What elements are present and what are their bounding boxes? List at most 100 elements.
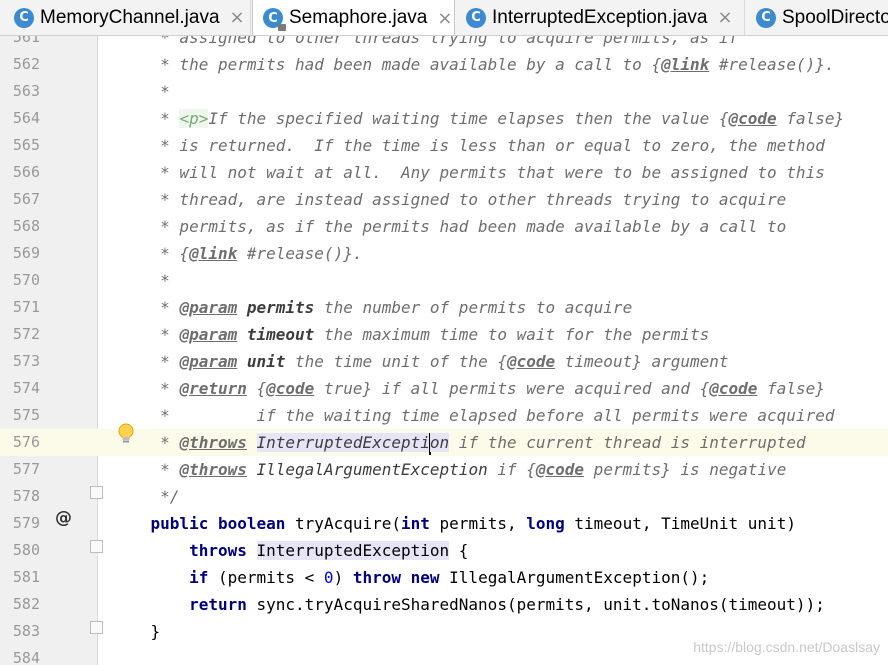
- editor-tab[interactable]: C Semaphore.java ×: [252, 0, 455, 35]
- code-editor[interactable]: 561 * assigned to other threads trying t…: [0, 36, 888, 665]
- code-line[interactable]: 581 if (permits < 0) throw new IllegalAr…: [0, 564, 888, 591]
- code-text: * <p>If the specified waiting time elaps…: [112, 105, 844, 132]
- code-line[interactable]: 577 * @throws IllegalArgumentException i…: [0, 456, 888, 483]
- line-number: 566: [12, 163, 40, 181]
- code-token: @code: [506, 352, 556, 371]
- close-tab-icon[interactable]: ×: [717, 7, 732, 28]
- code-line[interactable]: 570 *: [0, 267, 888, 294]
- fold-marker-icon[interactable]: [90, 540, 103, 553]
- code-line[interactable]: 579 public boolean tryAcquire(int permit…: [0, 510, 888, 537]
- code-token: * if the waiting time elapsed before all…: [112, 406, 835, 425]
- code-line[interactable]: 568 * permits, as if the permits had bee…: [0, 213, 888, 240]
- read-only-lock-icon: [278, 24, 286, 31]
- code-token: timeout, TimeUnit unit): [564, 514, 796, 533]
- code-token: * assigned to other threads trying to ac…: [112, 36, 739, 47]
- editor-tab-bar: C MemoryChannel.java × C Semaphore.java × C Int…: [0, 0, 888, 36]
- code-text: * @return {@code true} if all permits we…: [112, 375, 825, 402]
- code-line[interactable]: 573 * @param unit the time unit of the {…: [0, 348, 888, 375]
- code-text: * thread, are instead assigned to other …: [112, 186, 786, 213]
- line-number: 569: [12, 244, 40, 262]
- code-token: false}: [776, 109, 845, 128]
- code-line[interactable]: 582 return sync.tryAcquireSharedNanos(pe…: [0, 591, 888, 618]
- code-line[interactable]: 574 * @return {@code true} if all permit…: [0, 375, 888, 402]
- close-tab-icon[interactable]: ×: [437, 8, 452, 29]
- code-line[interactable]: 580 throws InterruptedException {: [0, 537, 888, 564]
- fold-marker-icon[interactable]: [90, 621, 103, 634]
- code-token: *: [112, 460, 180, 479]
- line-number: 577: [12, 460, 40, 478]
- code-line[interactable]: 562 * the permits had been made availabl…: [0, 51, 888, 78]
- code-text: if (permits < 0) throw new IllegalArgume…: [112, 564, 709, 591]
- line-number: 575: [12, 406, 40, 424]
- line-number: 576: [12, 433, 40, 451]
- code-token: boolean: [217, 514, 286, 533]
- line-number: 578: [12, 487, 40, 505]
- code-line[interactable]: 578 */: [0, 483, 888, 510]
- line-number: 570: [12, 271, 40, 289]
- editor-tab[interactable]: C SpoolDirecto: [746, 0, 888, 35]
- code-line[interactable]: 572 * @param timeout the maximum time to…: [0, 321, 888, 348]
- close-tab-icon[interactable]: ×: [230, 7, 245, 28]
- fold-marker-icon[interactable]: [90, 486, 103, 499]
- line-number: 582: [12, 595, 40, 613]
- editor-tab[interactable]: C InterruptedException.java ×: [456, 0, 745, 35]
- line-number: 579: [12, 514, 40, 532]
- code-token: @param: [179, 325, 238, 344]
- code-token: *: [112, 298, 180, 317]
- code-token: @return: [179, 379, 247, 398]
- code-line[interactable]: 565 * is returned. If the time is less t…: [0, 132, 888, 159]
- code-text: * is returned. If the time is less than …: [112, 132, 825, 159]
- code-text: throws InterruptedException {: [112, 537, 468, 564]
- code-line[interactable]: 569 * {@link #release()}.: [0, 240, 888, 267]
- code-token: If the specified waiting time elapses th…: [208, 109, 729, 128]
- code-token: long: [526, 514, 565, 533]
- code-line[interactable]: 563 *: [0, 78, 888, 105]
- override-marker-icon[interactable]: @: [55, 508, 72, 528]
- code-token: {: [246, 379, 267, 398]
- code-text: * @param unit the time unit of the {@cod…: [112, 348, 729, 375]
- code-line[interactable]: 567 * thread, are instead assigned to ot…: [0, 186, 888, 213]
- editor-tab[interactable]: C MemoryChannel.java ×: [4, 0, 251, 35]
- code-token: IllegalArgumentException();: [439, 568, 710, 587]
- code-token: if {: [487, 460, 536, 479]
- code-token: if the current thread is interrupted: [449, 433, 806, 452]
- code-token: int: [401, 514, 430, 533]
- code-token: *: [112, 109, 180, 128]
- code-token: * thread, are instead assigned to other …: [112, 190, 787, 209]
- code-text: * assigned to other threads trying to ac…: [112, 36, 738, 51]
- code-token: InterruptedExcepti: [256, 433, 430, 452]
- code-token: * the permits had been made available by…: [112, 55, 662, 74]
- intention-lightbulb-icon[interactable]: [116, 422, 136, 446]
- code-token: permits,: [429, 514, 527, 533]
- code-token: @code: [266, 379, 315, 398]
- code-token: @throws: [179, 433, 247, 452]
- code-line[interactable]: 564 * <p>If the specified waiting time e…: [0, 105, 888, 132]
- code-line[interactable]: 566 * will not wait at all. Any permits …: [0, 159, 888, 186]
- code-token: tryAcquire(: [285, 514, 401, 533]
- tab-label: InterruptedException.java: [492, 6, 708, 28]
- code-token: on: [429, 433, 450, 452]
- code-token: timeout} argument: [555, 352, 729, 371]
- code-text: * will not wait at all. Any permits that…: [112, 159, 825, 186]
- code-text: *: [112, 78, 170, 105]
- code-token: throws: [189, 541, 247, 560]
- code-text: * {@link #release()}.: [112, 240, 362, 267]
- code-token: permits} is negative: [584, 460, 787, 479]
- code-token: *: [112, 352, 180, 371]
- code-token: false}: [757, 379, 825, 398]
- code-line[interactable]: 561 * assigned to other threads trying t…: [0, 36, 888, 51]
- line-number: 565: [12, 136, 40, 154]
- code-text: */: [112, 483, 179, 510]
- code-token: *: [112, 271, 170, 290]
- line-number: 563: [12, 82, 40, 100]
- code-token: #release()}.: [237, 244, 363, 263]
- code-line[interactable]: 571 * @param permits the number of permi…: [0, 294, 888, 321]
- tab-label: SpoolDirecto: [782, 6, 888, 28]
- code-token: @code: [535, 460, 585, 479]
